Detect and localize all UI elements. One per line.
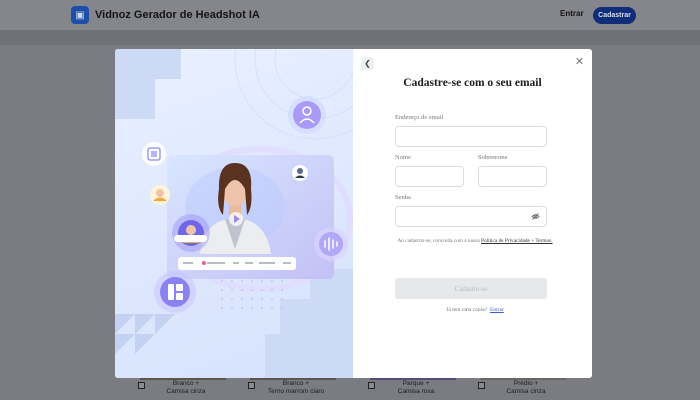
app-title: Vidnoz Gerador de Headshot IA [95,9,260,21]
vidnoz-logo-icon[interactable]: ▣ [71,6,89,24]
style-checkbox[interactable] [368,382,375,389]
email-field[interactable] [395,126,547,147]
style-card[interactable]: Branco + Camisa cinza [120,376,230,400]
close-icon: ✕ [574,55,585,68]
login-prompt-text: Já tem uma conta? [446,307,488,313]
back-button[interactable]: ❮ [361,57,374,70]
eye-off-icon[interactable] [531,212,540,221]
form-title: Cadastre-se com o seu email [403,77,542,89]
style-card[interactable]: Branco + Terno marrom claro [230,376,340,400]
last-name-label: Sobrenome [478,154,508,161]
email-label: Endereço de email [395,114,444,121]
style-checkbox[interactable] [248,382,255,389]
last-name-field[interactable] [478,166,547,187]
privacy-terms-link[interactable]: Política de Privacidade + Termos. [481,238,553,244]
style-caption: Branco + Terno marrom claro [267,380,325,395]
terms-notice: Ao cadastrar-se, concorda com a nossa Po… [385,237,565,245]
style-caption: Parque + Camisa roxa [397,380,435,395]
background-band [0,30,700,45]
signup-modal: ❮ ✕ Cadastre-se com o seu email Endereço… [115,49,592,378]
login-link[interactable]: Entrar [490,307,504,313]
background-style-cards: Branco + Camisa cinza Branco + Terno marro… [120,376,585,400]
style-caption: Branco + Camisa cinza [166,380,206,395]
first-name-label: Nome [395,154,411,161]
chevron-left-icon: ❮ [364,59,371,68]
promo-illustration [115,49,353,378]
hero-illustration [115,49,353,378]
password-label: Senha [395,194,411,201]
style-card[interactable]: Parque + Camisa roxa [350,376,460,400]
first-name-field[interactable] [395,166,464,187]
login-button[interactable]: Entrar [560,9,584,18]
style-checkbox[interactable] [478,382,485,389]
terms-prefix: Ao cadastrar-se, concorda com a nossa [397,238,480,244]
top-navigation-bar: ▣ Vidnoz Gerador de Headshot IA Entrar C… [0,0,700,30]
signup-button[interactable]: Cadastrar [593,7,636,24]
login-prompt: Já tem uma conta? Entrar [385,307,565,313]
style-card[interactable]: Prédio + Camisa cinza [460,376,570,400]
signup-submit-button[interactable]: Cadastre-se [395,278,547,299]
style-checkbox[interactable] [138,382,145,389]
style-caption: Prédio + Camisa cinza [506,380,546,395]
password-field[interactable] [395,206,547,227]
close-button[interactable]: ✕ [573,55,586,68]
